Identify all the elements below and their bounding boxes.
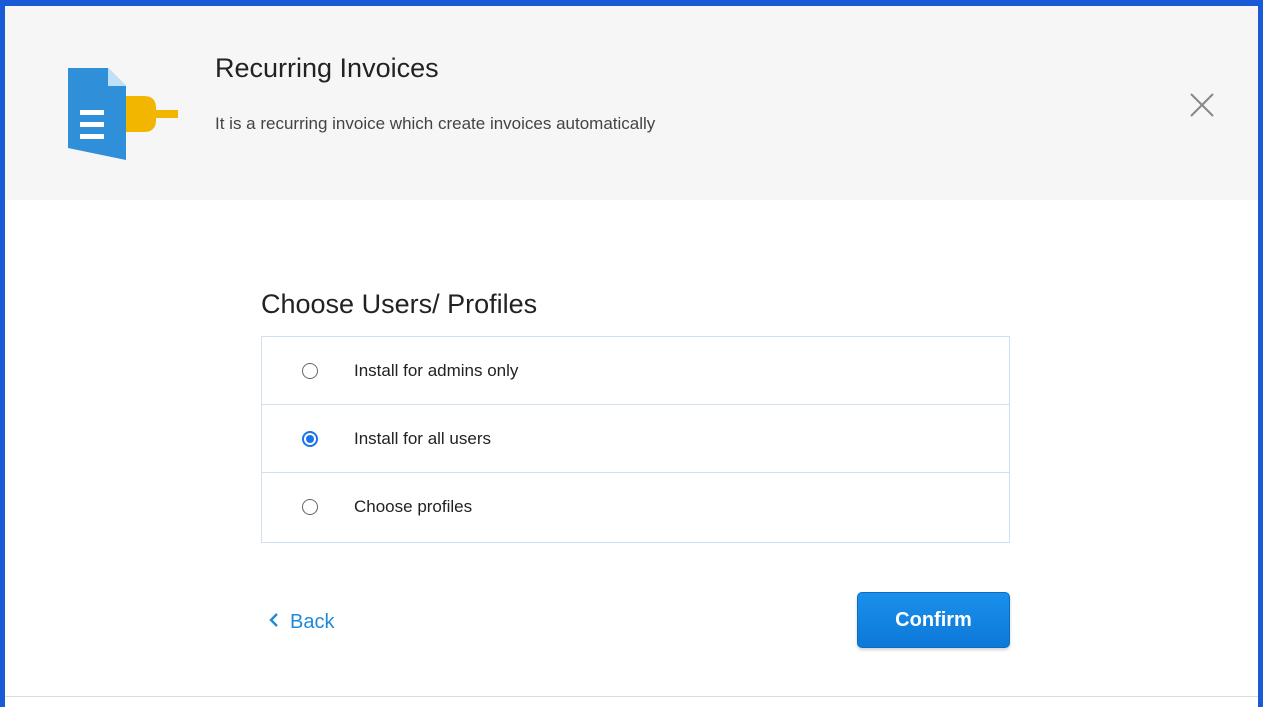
dialog-subtitle: It is a recurring invoice which create i… bbox=[215, 114, 656, 133]
chevron-left-icon bbox=[268, 611, 280, 634]
option-label: Install for admins only bbox=[354, 361, 519, 380]
option-admins-only[interactable]: Install for admins only bbox=[262, 337, 1009, 405]
close-icon[interactable] bbox=[1187, 90, 1217, 120]
option-all-users[interactable]: Install for all users bbox=[262, 405, 1009, 473]
dialog-window: Recurring Invoices It is a recurring inv… bbox=[0, 0, 1263, 707]
dialog-header: Recurring Invoices It is a recurring inv… bbox=[5, 6, 1258, 200]
option-label: Install for all users bbox=[354, 429, 491, 448]
option-label: Choose profiles bbox=[354, 497, 473, 516]
confirm-button[interactable]: Confirm bbox=[857, 592, 1010, 648]
radio-button[interactable] bbox=[302, 363, 318, 379]
install-options-group: Install for admins only Install for all … bbox=[261, 336, 1010, 543]
radio-button[interactable] bbox=[302, 499, 318, 515]
radio-button[interactable] bbox=[302, 431, 318, 447]
dialog-title: Recurring Invoices bbox=[215, 53, 439, 83]
option-choose-profiles[interactable]: Choose profiles bbox=[262, 473, 1009, 541]
invoice-plugin-icon bbox=[68, 50, 178, 160]
divider bbox=[5, 696, 1258, 697]
back-label: Back bbox=[290, 611, 335, 633]
back-button[interactable]: Back bbox=[268, 611, 334, 634]
section-heading: Choose Users/ Profiles bbox=[261, 289, 538, 319]
